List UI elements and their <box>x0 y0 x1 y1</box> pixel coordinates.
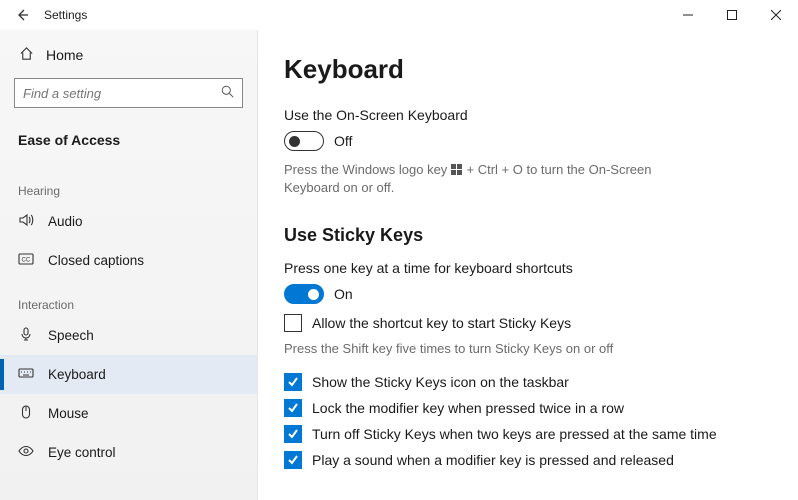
category-title: Ease of Access <box>0 122 257 166</box>
sticky-heading: Use Sticky Keys <box>284 225 772 246</box>
windows-logo-icon <box>451 163 463 181</box>
sidebar-item-label: Eye control <box>48 445 116 460</box>
keyboard-icon <box>18 365 34 384</box>
svg-text:CC: CC <box>22 258 31 264</box>
content-pane: Keyboard Use the On-Screen Keyboard Off … <box>258 30 798 500</box>
home-icon <box>18 46 34 64</box>
page-title: Keyboard <box>284 54 772 85</box>
sidebar-item-speech[interactable]: Speech <box>0 316 257 355</box>
sticky-keys-label: Press one key at a time for keyboard sho… <box>284 260 772 276</box>
play-sound-checkbox[interactable] <box>284 451 302 469</box>
minimize-button[interactable] <box>666 0 710 30</box>
checkbox-label: Lock the modifier key when pressed twice… <box>312 400 624 416</box>
sidebar-item-mouse[interactable]: Mouse <box>0 394 257 433</box>
window-title: Settings <box>44 8 87 22</box>
osk-hint: Press the Windows logo key + Ctrl + O to… <box>284 161 674 197</box>
back-arrow-icon <box>14 7 30 23</box>
sticky-keys-toggle-state: On <box>334 286 353 302</box>
allow-shortcut-hint: Press the Shift key five times to turn S… <box>284 340 674 358</box>
checkbox-label: Show the Sticky Keys icon on the taskbar <box>312 374 569 390</box>
eye-icon <box>18 443 34 462</box>
search-box[interactable] <box>14 78 243 108</box>
window-controls <box>666 0 798 30</box>
group-label-hearing: Hearing <box>0 180 257 202</box>
sidebar-item-closed-captions[interactable]: CC Closed captions <box>0 241 257 280</box>
sidebar-item-label: Speech <box>48 328 94 343</box>
allow-shortcut-checkbox[interactable] <box>284 314 302 332</box>
sidebar-item-keyboard[interactable]: Keyboard <box>0 355 257 394</box>
search-input[interactable] <box>23 86 221 101</box>
osk-label: Use the On-Screen Keyboard <box>284 107 772 123</box>
sidebar-item-label: Mouse <box>48 406 89 421</box>
cc-icon: CC <box>18 251 34 270</box>
sidebar-item-home[interactable]: Home <box>0 40 257 78</box>
osk-toggle-state: Off <box>334 133 352 149</box>
sticky-keys-toggle[interactable] <box>284 284 324 304</box>
search-icon <box>221 85 234 101</box>
checkbox-label: Play a sound when a modifier key is pres… <box>312 452 674 468</box>
mic-icon <box>18 326 34 345</box>
titlebar: Settings <box>0 0 798 30</box>
sidebar-item-label: Audio <box>48 214 83 229</box>
sidebar-item-eye-control[interactable]: Eye control <box>0 433 257 472</box>
home-label: Home <box>46 47 83 63</box>
mouse-icon <box>18 404 34 423</box>
sidebar-item-label: Keyboard <box>48 367 106 382</box>
close-button[interactable] <box>754 0 798 30</box>
back-button[interactable] <box>6 0 38 30</box>
sidebar-item-audio[interactable]: Audio <box>0 202 257 241</box>
osk-toggle[interactable] <box>284 131 324 151</box>
allow-shortcut-label: Allow the shortcut key to start Sticky K… <box>312 315 571 331</box>
sidebar-item-label: Closed captions <box>48 253 144 268</box>
maximize-button[interactable] <box>710 0 754 30</box>
show-taskbar-icon-checkbox[interactable] <box>284 373 302 391</box>
audio-icon <box>18 212 34 231</box>
close-icon <box>771 10 781 20</box>
maximize-icon <box>727 10 737 20</box>
minimize-icon <box>683 10 693 20</box>
lock-modifier-checkbox[interactable] <box>284 399 302 417</box>
turn-off-two-keys-checkbox[interactable] <box>284 425 302 443</box>
group-label-interaction: Interaction <box>0 294 257 316</box>
checkbox-label: Turn off Sticky Keys when two keys are p… <box>312 426 717 442</box>
sidebar: Home Ease of Access Hearing Audio CC Clo… <box>0 30 258 500</box>
